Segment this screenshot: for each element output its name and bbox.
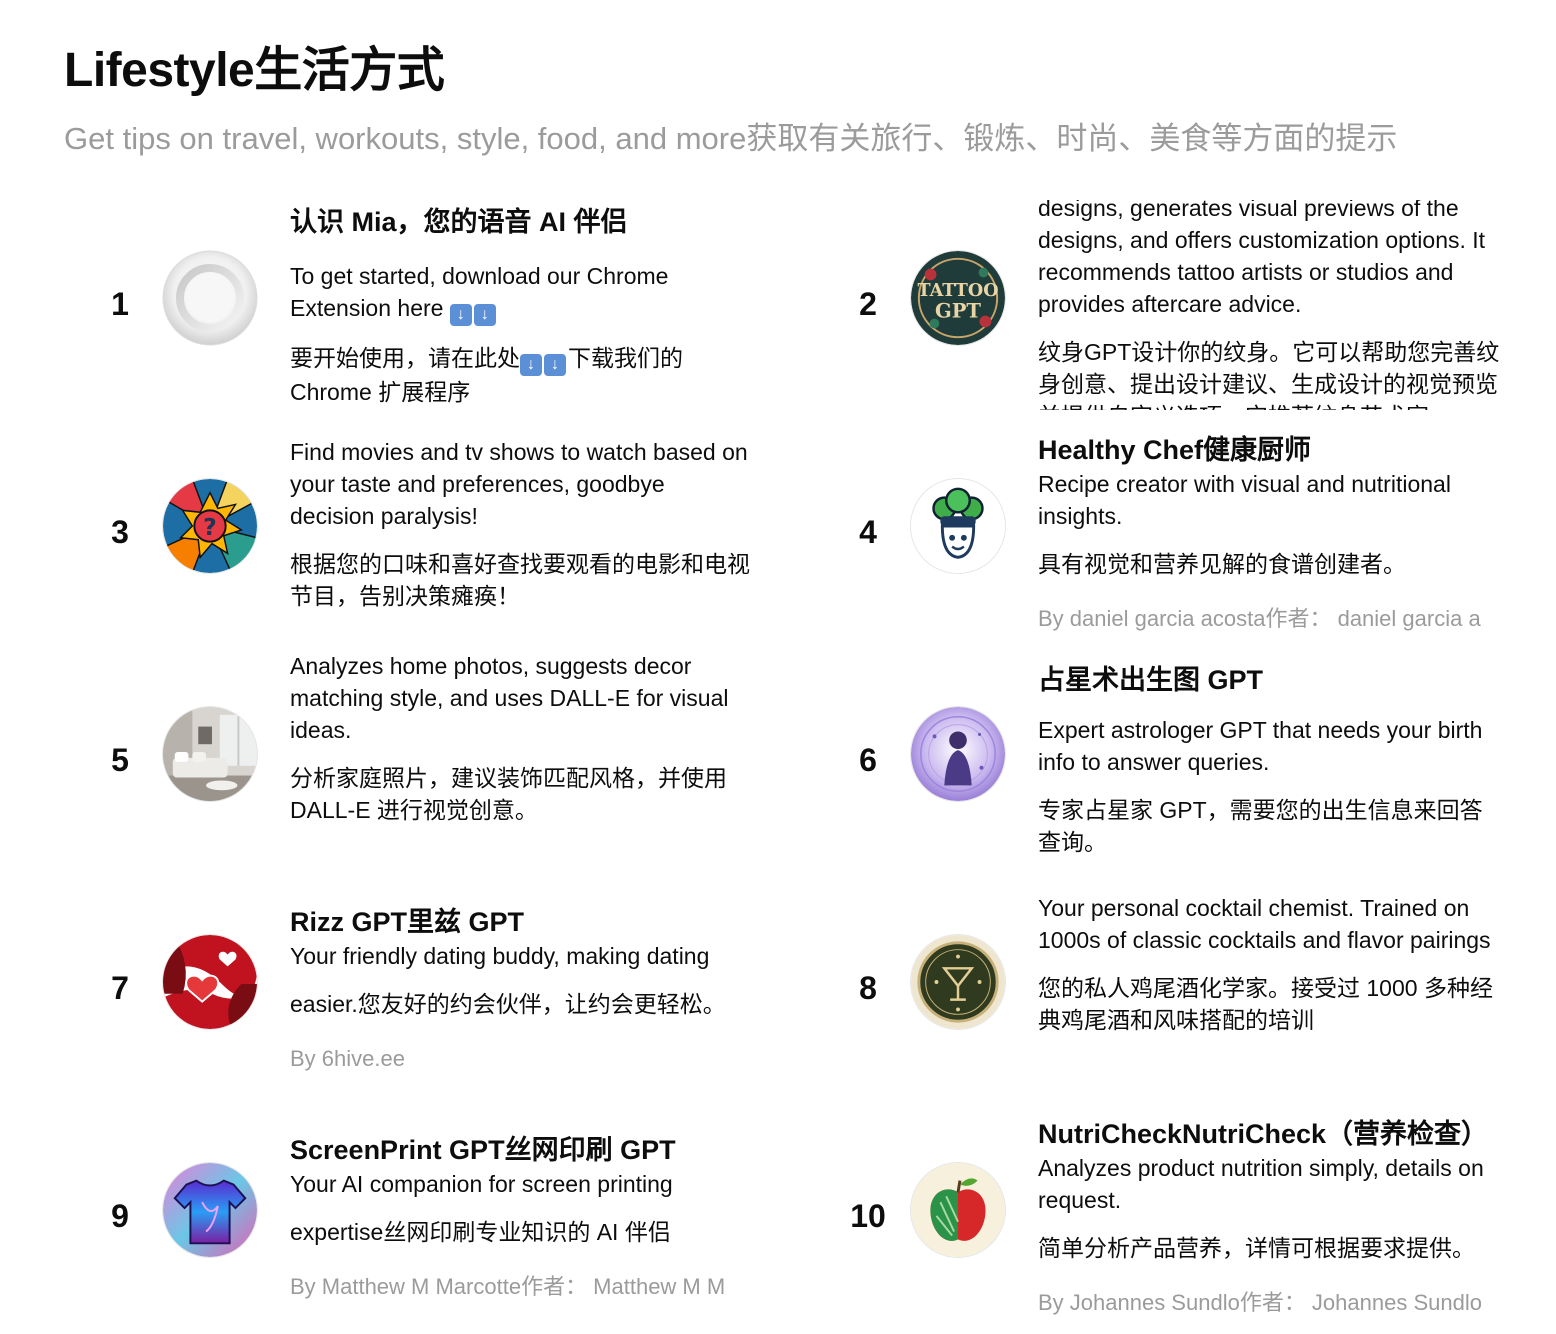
rank-number: 5 [111, 742, 129, 778]
cocktail-emblem-icon [910, 934, 1006, 1030]
card-body: Find movies and tv shows to watch based … [290, 428, 755, 644]
gpt-card-9[interactable]: 9 ScreenPrint GPT丝网印刷 GPT Your AI compan… [90, 1112, 810, 1328]
question-mark-pop-art-icon: ? [162, 478, 258, 574]
gpt-title[interactable]: Healthy Chef健康厨师 [1038, 432, 1503, 468]
gpt-card-2[interactable]: 2 TATTOO GPT designs, generates visual p… [838, 200, 1556, 416]
svg-text:GPT: GPT [935, 300, 981, 323]
svg-text:?: ? [203, 513, 217, 541]
gpt-description-zh: 分析家庭照片，建议装饰匹配风格，并使用 DALL-E 进行视觉创意。 [290, 765, 727, 823]
gpt-author[interactable]: By Matthew M Marcotte作者： Matthew M M [290, 1272, 755, 1302]
gpt-card-4[interactable]: 4 Healthy Chef健康厨师 Recipe creator with v… [838, 428, 1556, 644]
tshirt-icon [162, 1162, 258, 1258]
rank-number: 4 [859, 514, 877, 550]
gpt-description-zh: 要开始使用，请在此处 ↓ ↓ 下载我们的 Chrome 扩展程序 [290, 342, 755, 408]
gpt-description: Your AI companion for screen printing [290, 1171, 673, 1197]
gpt-title[interactable]: Rizz GPT里兹 GPT [290, 904, 755, 940]
card-body: NutriCheckNutriCheck（营养检查） Analyzes prod… [1038, 1112, 1503, 1328]
rank-number: 9 [111, 1198, 129, 1234]
gpt-description: To get started, download our Chrome Exte… [290, 260, 755, 326]
mia-ring-icon [162, 250, 258, 346]
gpt-description-zh: 具有视觉和营养见解的食谱创建者。 [1038, 551, 1406, 577]
rank-number: 6 [859, 742, 877, 778]
rank-number: 8 [859, 970, 877, 1006]
gpt-title[interactable]: 占星术出生图 GPT [1038, 662, 1503, 698]
gpt-description: Analyzes product nutrition simply, detai… [1038, 1155, 1484, 1213]
gpt-description-zh: 根据您的口味和喜好查找要观看的电影和电视节目，告别决策瘫痪！ [290, 551, 750, 609]
desc-zh-text: 要开始使用，请在此处 [290, 345, 520, 371]
gpt-description-zh: 您的私人鸡尾酒化学家。接受过 1000 多种经典鸡尾酒和风味搭配的培训 [1038, 975, 1493, 1033]
broccoli-chef-icon [910, 478, 1006, 574]
gpt-author[interactable]: By Johannes Sundlo作者： Johannes Sundlo [1038, 1288, 1503, 1318]
page-subtitle: Get tips on travel, workouts, style, foo… [64, 121, 1398, 156]
card-body: ScreenPrint GPT丝网印刷 GPT Your AI companio… [290, 1112, 755, 1328]
gpt-description: designs, generates visual previews of th… [1038, 200, 1486, 317]
card-body: Healthy Chef健康厨师 Recipe creator with vis… [1038, 428, 1503, 644]
gpt-description: Expert astrologer GPT that needs your bi… [1038, 717, 1483, 775]
card-body: Your personal cocktail chemist. Trained … [1038, 884, 1503, 1100]
gpt-description: Analyzes home photos, suggests decor mat… [290, 656, 729, 743]
download-arrows-icon: ↓ ↓ [520, 345, 568, 376]
living-room-photo [162, 706, 258, 802]
rank-number: 2 [859, 286, 877, 322]
gpt-description: Recipe creator with visual and nutrition… [1038, 471, 1451, 529]
svg-text:TATTOO: TATTOO [917, 280, 998, 301]
gpt-description-zh: 专家占星家 GPT，需要您的出生信息来回答查询。 [1038, 797, 1483, 855]
gpt-card-7[interactable]: 7 Rizz GPT里兹 GPT Your friendly dating bu… [90, 884, 810, 1100]
tattoo-gpt-logo: TATTOO GPT [910, 250, 1006, 346]
gpt-description: Your friendly dating buddy, making datin… [290, 943, 710, 969]
gpt-author[interactable]: By 6hive.ee [290, 1044, 755, 1074]
gpt-card-8[interactable]: 8 Your personal cocktail chemist. Traine… [838, 884, 1556, 1100]
gpt-author[interactable]: By daniel garcia acosta作者： daniel garcia… [1038, 604, 1503, 634]
card-body: 认识 Mia，您的语音 AI 伴侣 To get started, downlo… [290, 200, 755, 416]
card-body: Analyzes home photos, suggests decor mat… [290, 656, 755, 872]
apple-icon [910, 1162, 1006, 1258]
rank-number: 10 [850, 1198, 886, 1234]
gpt-title[interactable]: ScreenPrint GPT丝网印刷 GPT [290, 1132, 755, 1168]
gpt-description-zh: 纹身GPT设计你的纹身。它可以帮助您完善纹身创意、提出设计建议、生成设计的视觉预… [1038, 339, 1500, 410]
card-body: Rizz GPT里兹 GPT Your friendly dating budd… [290, 884, 755, 1100]
gpt-card-6[interactable]: 6 占星术出生图 GPT Expert astrologer GPT that … [838, 656, 1556, 872]
gpt-card-10[interactable]: 10 NutriCheckNutriCheck（营养检查） Analyzes p… [838, 1112, 1556, 1328]
page-title: Lifestyle生活方式 [64, 44, 445, 97]
gpt-description-zh: expertise丝网印刷专业知识的 AI 伴侣 [290, 1219, 671, 1245]
gpt-description: Find movies and tv shows to watch based … [290, 439, 748, 529]
gpt-card-3[interactable]: 3 ? Find movies and tv shows to watch ba… [90, 428, 810, 644]
rank-number: 1 [111, 286, 129, 322]
hearts-art-icon [162, 934, 258, 1030]
gpt-card-1[interactable]: 1 认识 Mia，您的语音 AI 伴侣 To get started, down… [90, 200, 810, 416]
astrology-figure-icon [910, 706, 1006, 802]
download-arrows-icon: ↓ ↓ [449, 295, 498, 326]
gpt-title[interactable]: 认识 Mia，您的语音 AI 伴侣 [290, 204, 755, 240]
card-body: 占星术出生图 GPT Expert astrologer GPT that ne… [1038, 656, 1503, 872]
card-body: designs, generates visual previews of th… [1038, 200, 1503, 410]
gpt-description-zh: 简单分析产品营养，详情可根据要求提供。 [1038, 1235, 1475, 1261]
gpt-card-5[interactable]: 5 Analyzes home photos, suggests decor m… [90, 656, 810, 872]
rank-number: 3 [111, 514, 129, 550]
rank-number: 7 [111, 970, 129, 1006]
gpt-title[interactable]: NutriCheckNutriCheck（营养检查） [1038, 1116, 1503, 1152]
gpt-description-zh: easier.您友好的约会伙伴，让约会更轻松。 [290, 991, 726, 1017]
gpt-description: Your personal cocktail chemist. Trained … [1038, 895, 1491, 953]
